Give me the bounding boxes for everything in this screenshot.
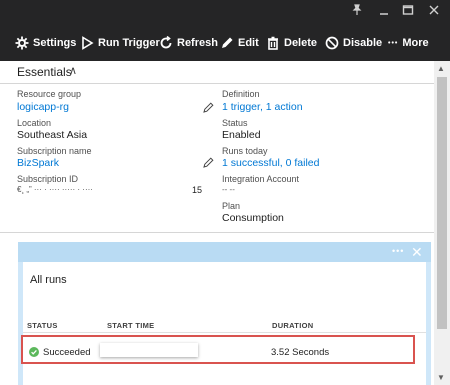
delete-label: Delete [284,37,318,49]
minimize-icon[interactable] [378,4,390,19]
blade-close-icon[interactable]: ✕ [411,244,423,261]
plan-label: Plan [222,201,241,211]
command-bar: Settings Run Trigger Refresh Edit Delete… [0,0,450,61]
runs-today-label: Runs today [222,146,268,156]
col-header-start-time: START TIME [107,321,155,330]
run-trigger-button[interactable]: Run Trigger [80,33,160,53]
more-button[interactable]: ••• More [388,33,429,53]
scroll-thumb[interactable] [437,77,447,329]
ellipsis-icon: ••• [388,39,399,47]
play-icon [82,36,94,50]
col-header-status: STATUS [27,321,58,330]
block-icon [325,36,339,50]
blade-more-icon[interactable]: ••• [392,246,404,256]
gear-icon [15,36,29,50]
refresh-label: Refresh [177,37,218,49]
pin-icon[interactable] [351,4,363,19]
trash-icon [268,36,278,50]
subscription-id-label: Subscription ID [17,174,79,184]
integration-account-value: -- -- [222,185,235,194]
subscription-id-value: €¸ „” ··· · ···· ····· · ···· [17,185,93,194]
start-time-redacted [100,343,198,357]
chevron-up-icon[interactable]: ∧ [69,64,77,77]
disable-label: Disable [343,37,383,49]
scroll-up-icon[interactable]: ▲ [437,64,445,73]
edit-resource-group-icon[interactable] [203,102,214,113]
subscription-id-suffix: 15 [192,185,203,195]
more-label: More [402,37,429,49]
section-divider [0,232,434,233]
resource-group-link[interactable]: logicapp-rg [17,101,69,113]
delete-button[interactable]: Delete [266,33,317,53]
settings-label: Settings [33,37,77,49]
check-circle-icon [29,347,39,357]
runs-title: All runs [30,274,67,286]
integration-account-label: Integration Account [222,174,300,184]
essentials-title: Essentials [17,65,72,79]
resource-group-label: Resource group [17,89,82,99]
refresh-icon [160,36,172,49]
run-status: Succeeded [43,347,91,358]
header-divider [23,332,426,333]
essentials-header[interactable]: Essentials ∧ [0,61,434,84]
edit-label: Edit [238,37,259,49]
status-value: Enabled [222,129,261,141]
location-label: Location [17,118,52,128]
subscription-name-link[interactable]: BizSpark [17,157,59,169]
definition-link[interactable]: 1 trigger, 1 action [222,101,303,113]
run-trigger-label: Run Trigger [98,37,160,49]
definition-label: Definition [222,89,260,99]
refresh-button[interactable]: Refresh [159,33,218,53]
edit-subscription-icon[interactable] [203,157,214,168]
subscription-name-label: Subscription name [17,146,92,156]
close-icon[interactable] [428,4,440,19]
runs-today-link[interactable]: 1 successful, 0 failed [222,157,319,169]
maximize-icon[interactable] [402,4,414,19]
disable-button[interactable]: Disable [325,33,382,53]
run-duration: 3.52 Seconds [271,347,330,358]
location-value: Southeast Asia [17,129,88,141]
runs-card [23,262,426,385]
scroll-down-icon[interactable]: ▼ [437,373,445,382]
runs-blade-header [18,242,431,262]
status-label: Status [222,118,248,128]
edit-button[interactable]: Edit [220,33,259,53]
col-header-duration: DURATION [272,321,314,330]
pencil-icon [222,37,233,48]
vertical-scrollbar[interactable]: ▲ ▼ [434,61,450,385]
settings-button[interactable]: Settings [15,33,76,53]
plan-value: Consumption [222,212,284,224]
